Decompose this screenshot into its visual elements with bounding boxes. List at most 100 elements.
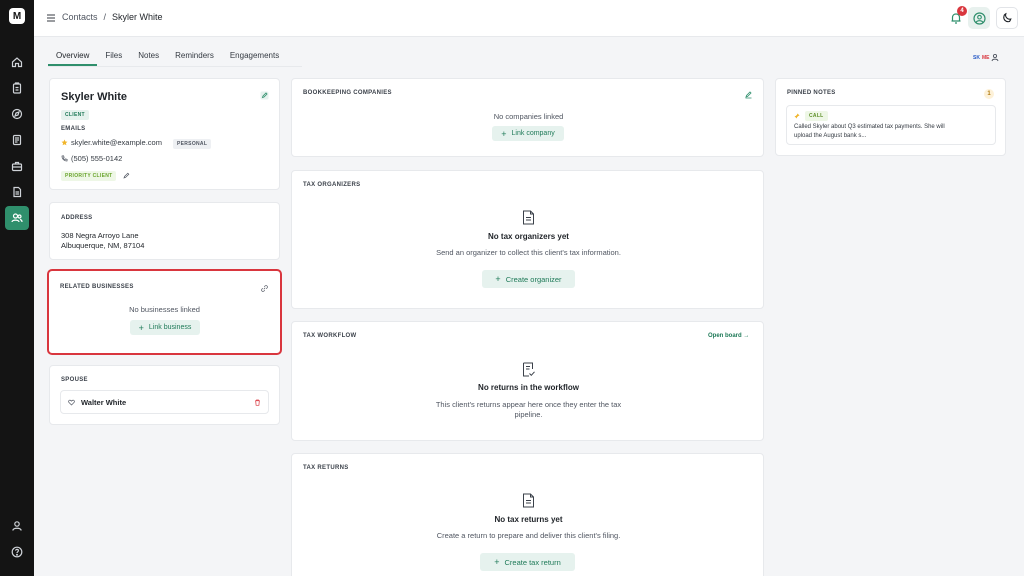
spouse-label: SPOUSE bbox=[61, 377, 88, 383]
contact-name: Skyler White bbox=[61, 91, 128, 103]
breadcrumb-contacts[interactable]: Contacts bbox=[62, 12, 98, 22]
breadcrumb-current: Skyler White bbox=[112, 12, 163, 22]
tax-organizers-empty-desc: Send an organizer to collect this client… bbox=[436, 248, 621, 257]
contact-card: Skyler White CLIENT EMAILS skyler.white@… bbox=[49, 78, 280, 190]
document-list-icon[interactable] bbox=[5, 128, 29, 152]
priority-client-tag: PRIORITY CLIENT bbox=[61, 171, 117, 181]
bookkeeping-label: BOOKKEEPING COMPANIES bbox=[303, 90, 392, 96]
email-link[interactable]: skyler.white@example.com bbox=[71, 138, 162, 147]
document-icon bbox=[523, 493, 534, 508]
presence-me: ME bbox=[981, 54, 990, 61]
presence-sk: SK bbox=[973, 54, 980, 61]
link-icon[interactable] bbox=[261, 285, 268, 292]
breadcrumb: Contacts / Skyler White bbox=[62, 12, 163, 22]
left-sidebar: M bbox=[0, 0, 34, 576]
tabs-divider bbox=[48, 66, 302, 67]
compass-icon[interactable] bbox=[5, 102, 29, 126]
spouse-card: SPOUSE Walter White bbox=[49, 365, 280, 425]
tax-returns-label: TAX RETURNS bbox=[303, 465, 349, 471]
link-business-button[interactable]: + Link business bbox=[130, 320, 200, 335]
related-businesses-empty: No businesses linked bbox=[129, 305, 200, 314]
tab-files[interactable]: Files bbox=[97, 49, 130, 66]
edit-icon[interactable] bbox=[744, 90, 753, 99]
tab-engagements[interactable]: Engagements bbox=[222, 49, 287, 66]
client-badge: CLIENT bbox=[61, 110, 89, 120]
plus-icon: + bbox=[501, 128, 507, 139]
tax-returns-card: TAX RETURNS No tax returns yet Create a … bbox=[291, 453, 764, 576]
emails-label: EMAILS bbox=[61, 126, 86, 132]
user-circle-icon bbox=[972, 11, 986, 25]
tab-notes[interactable]: Notes bbox=[130, 49, 167, 66]
spouse-name: Walter White bbox=[81, 398, 127, 407]
email-type-badge: PERSONAL bbox=[173, 139, 212, 149]
bookkeeping-empty: No companies linked bbox=[493, 112, 564, 121]
clipboard-icon[interactable] bbox=[5, 76, 29, 100]
tax-returns-empty-title: No tax returns yet bbox=[494, 515, 563, 524]
link-company-button[interactable]: + Link company bbox=[492, 126, 564, 141]
tax-returns-empty-desc: Create a return to prepare and deliver t… bbox=[436, 531, 621, 540]
spouse-row[interactable]: Walter White bbox=[60, 390, 269, 414]
briefcase-icon[interactable] bbox=[5, 154, 29, 178]
plus-icon: + bbox=[495, 274, 501, 284]
tab-bar: Overview Files Notes Reminders Engagemen… bbox=[48, 49, 287, 66]
open-board-link[interactable]: Open board → bbox=[708, 333, 749, 339]
tax-workflow-empty-desc-2: pipeline. bbox=[514, 410, 543, 419]
address-label: ADDRESS bbox=[61, 215, 93, 221]
home-icon[interactable] bbox=[5, 50, 29, 74]
tab-overview[interactable]: Overview bbox=[48, 49, 98, 66]
tax-workflow-label: TAX WORKFLOW bbox=[303, 333, 357, 339]
note-type-badge: CALL bbox=[805, 111, 828, 121]
trash-icon[interactable] bbox=[254, 399, 261, 406]
tax-organizers-label: TAX ORGANIZERS bbox=[303, 182, 361, 188]
plus-icon: + bbox=[138, 322, 144, 333]
moon-icon bbox=[1003, 12, 1012, 23]
contacts-icon[interactable] bbox=[5, 206, 29, 230]
theme-toggle-button[interactable] bbox=[996, 7, 1018, 29]
heart-icon bbox=[68, 399, 75, 406]
tax-organizers-empty-title: No tax organizers yet bbox=[488, 232, 569, 241]
address-card: ADDRESS 308 Negra Arroyo Lane Albuquerqu… bbox=[49, 202, 280, 260]
document-icon bbox=[523, 210, 534, 225]
phone-number[interactable]: (505) 555-0142 bbox=[71, 154, 122, 163]
edit-tags-icon[interactable] bbox=[123, 172, 130, 179]
note-text-line-1: Called Skyler about Q3 estimated tax pay… bbox=[794, 124, 945, 130]
breadcrumb-separator: / bbox=[103, 12, 107, 22]
tax-workflow-card: TAX WORKFLOW Open board → No returns in … bbox=[291, 321, 764, 441]
app-logo[interactable]: M bbox=[9, 8, 25, 24]
address-line-2: Albuquerque, NM, 87104 bbox=[61, 241, 145, 250]
note-text-line-2: upload the August bank s... bbox=[794, 133, 867, 139]
tax-workflow-empty-title: No returns in the workflow bbox=[478, 383, 579, 392]
file-icon[interactable] bbox=[5, 180, 29, 204]
tax-workflow-empty-desc-1: This client's returns appear here once t… bbox=[435, 400, 622, 409]
phone-icon bbox=[61, 155, 68, 162]
tab-reminders[interactable]: Reminders bbox=[167, 49, 222, 66]
presence-indicators: SK ME bbox=[973, 53, 1000, 62]
create-tax-return-label: Create tax return bbox=[504, 557, 561, 567]
create-organizer-label: Create organizer bbox=[505, 274, 562, 284]
account-button[interactable] bbox=[968, 7, 990, 29]
pinned-notes-label: PINNED NOTES bbox=[787, 90, 836, 96]
link-company-label: Link company bbox=[511, 130, 555, 137]
pinned-note-item[interactable]: CALL Called Skyler about Q3 estimated ta… bbox=[786, 105, 996, 145]
document-check-icon bbox=[523, 362, 535, 377]
pinned-notes-card: PINNED NOTES 1 CALL Called Skyler about … bbox=[775, 78, 1006, 156]
link-business-label: Link business bbox=[148, 324, 192, 331]
user-icon[interactable] bbox=[5, 514, 29, 538]
pin-icon bbox=[794, 113, 800, 119]
address-line-1: 308 Negra Arroyo Lane bbox=[61, 231, 139, 240]
pinned-count-badge: 1 bbox=[984, 89, 994, 99]
help-icon[interactable] bbox=[5, 540, 29, 564]
tax-organizers-card: TAX ORGANIZERS No tax organizers yet Sen… bbox=[291, 170, 764, 309]
plus-icon: + bbox=[494, 557, 500, 567]
logo-letter: M bbox=[12, 10, 22, 22]
create-organizer-button[interactable]: + Create organizer bbox=[482, 270, 575, 288]
menu-icon[interactable] bbox=[46, 13, 56, 23]
create-tax-return-button[interactable]: + Create tax return bbox=[480, 553, 575, 571]
user-add-icon[interactable] bbox=[991, 53, 1000, 62]
edit-icon[interactable] bbox=[260, 91, 269, 100]
notification-badge: 4 bbox=[957, 6, 967, 16]
top-bar: Contacts / Skyler White 4 bbox=[34, 0, 1024, 37]
related-businesses-label: RELATED BUSINESSES bbox=[60, 284, 134, 290]
star-icon[interactable] bbox=[61, 139, 68, 146]
related-businesses-card: RELATED BUSINESSES No businesses linked … bbox=[47, 269, 282, 355]
